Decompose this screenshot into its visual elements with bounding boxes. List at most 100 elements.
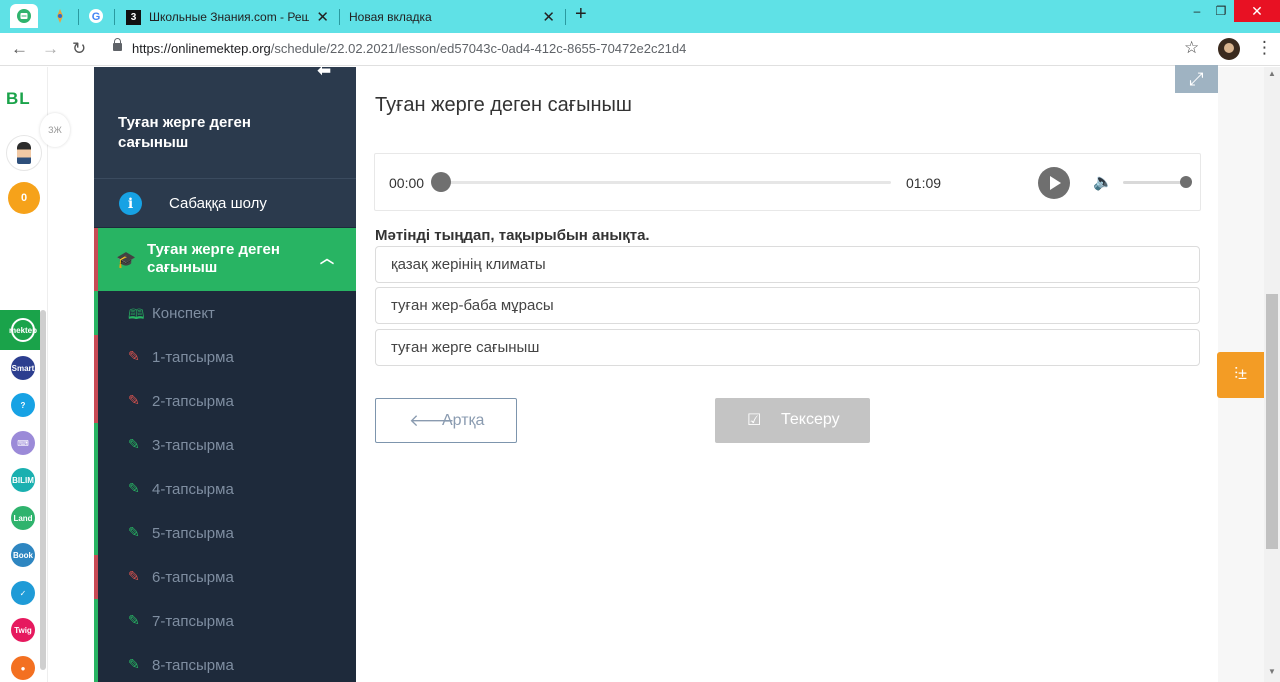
sidebar-task-item[interactable]: ✎ 1-тапсырма (94, 335, 356, 379)
url-field[interactable]: https://onlinemektep.org/schedule/22.02.… (132, 41, 686, 56)
minimize-button[interactable]: – (1186, 0, 1208, 22)
new-tab-button[interactable]: + (575, 3, 587, 26)
rail-app-online-mektep-icon[interactable]: mektep (9, 318, 37, 342)
bilimland-logo[interactable]: BL (6, 89, 31, 109)
audio-progress-thumb[interactable] (431, 172, 451, 192)
audio-current-time: 00:00 (389, 175, 425, 191)
tools-float-button[interactable]: ⫶± (1217, 352, 1264, 398)
sidebar-item-overview[interactable]: i Сабаққа шолу (94, 178, 356, 227)
edit-icon: ✎ (128, 480, 140, 496)
close-window-button[interactable]: ✕ (1234, 0, 1280, 22)
sidebar-task-item[interactable]: ✎ 8-тапсырма (94, 643, 356, 682)
restore-button[interactable]: ❐ (1210, 0, 1232, 22)
check-button-label: Тексеру (781, 411, 840, 428)
edit-icon: ✎ (128, 392, 140, 408)
sidebar-item-label: 5-тапсырма (152, 525, 234, 542)
sidebar-task-item[interactable]: ✎ 3-тапсырма (94, 423, 356, 467)
chevron-up-icon[interactable]: ︿ (320, 248, 334, 268)
lesson-content: ⤢ Туған жерге деген сағыныш 00:00 01:09 … (356, 65, 1218, 682)
app-rail: BL 0 mektep Smart? ⌨ BILIM Land Book ✓ Twig ● (0, 67, 48, 682)
tab-znanija[interactable]: 3 Школьные Знания.com - Решаем ✕ (120, 4, 335, 30)
sidebar-item-label: Конспект (152, 305, 215, 322)
rail-app-bilim-land-icon[interactable]: Land (11, 506, 35, 530)
sidebar-item-lesson-active[interactable]: 🎓 Туған жерге деген сағыныш ︿ (94, 228, 356, 291)
volume-track[interactable] (1123, 181, 1185, 184)
answer-option[interactable]: қазақ жерінің климаты (375, 246, 1200, 283)
question-text: Мәтінді тыңдап, тақырыбын анықта. (375, 227, 650, 244)
menu-kebab-icon[interactable]: ⋮ (1256, 38, 1273, 58)
lesson-sidebar: ⬅ Туған жерге деген сағыныш i Сабаққа шо… (94, 67, 356, 682)
browser-tab-bar: G 3 Школьные Знания.com - Решаем ✕ Новая… (0, 0, 1280, 33)
edit-icon: ✎ (128, 612, 140, 628)
rail-app-keyboard-icon[interactable]: ⌨ (11, 431, 35, 455)
lock-icon[interactable] (113, 38, 122, 51)
sidebar-item-label: 6-тапсырма (152, 569, 234, 586)
znanija-favicon-icon: 3 (126, 9, 141, 25)
profile-avatar[interactable] (1218, 38, 1240, 60)
back-button[interactable]: 🡐 Артқа (375, 398, 517, 443)
tab-title: Новая вкладка (349, 10, 432, 24)
tab-close-icon[interactable]: ✕ (542, 8, 555, 26)
sidebar-task-item[interactable]: ✎ 4-тапсырма (94, 467, 356, 511)
sidebar-task-item[interactable]: ✎ 5-тапсырма (94, 511, 356, 555)
rail-app-bilim-class-icon[interactable]: BILIM (11, 468, 35, 492)
volume-thumb[interactable] (1180, 176, 1192, 188)
page-scrollbar[interactable]: ▲ ▼ (1264, 67, 1280, 682)
tab-pinned-google[interactable]: G (82, 4, 110, 28)
sidebar-task-item[interactable]: 🕮 Конспект (94, 291, 356, 335)
edit-icon: ✎ (128, 348, 140, 364)
forward-arrow-icon[interactable]: → (42, 39, 59, 59)
checkbox-icon: ☑ (747, 412, 762, 429)
audio-progress-track[interactable] (441, 181, 891, 184)
tab-new[interactable]: Новая вкладка ✕ (343, 4, 561, 30)
rail-app-test-icon[interactable]: ✓ (11, 581, 35, 605)
lesson-sidebar-header: ⬅ Туған жерге деген сағыныш (94, 67, 356, 178)
app-favicon-icon (17, 9, 31, 23)
svg-text:G: G (92, 11, 101, 23)
scrollbar-thumb[interactable] (1266, 294, 1278, 549)
notification-bubble[interactable]: ЗЖ (40, 113, 70, 147)
play-button[interactable] (1038, 167, 1070, 199)
answer-option[interactable]: туған жерге сағыныш (375, 329, 1200, 366)
sidebar-item-label: Сабаққа шолу (169, 195, 267, 212)
volume-icon[interactable]: 🔈 (1093, 172, 1113, 192)
sidebar-task-item[interactable]: ✎ 2-тапсырма (94, 379, 356, 423)
scroll-down-icon[interactable]: ▼ (1268, 667, 1276, 676)
page-title: Туған жерге деген сағыныш (375, 94, 632, 116)
answer-option[interactable]: туған жер-баба мұрасы (375, 287, 1200, 324)
book-icon: 🕮 (128, 306, 145, 322)
audio-player: 00:00 01:09 🔈 (374, 153, 1201, 211)
google-favicon-icon: G (89, 9, 103, 23)
sidebar-item-label: 4-тапсырма (152, 481, 234, 498)
tab-close-icon[interactable]: ✕ (316, 8, 329, 26)
tab-pinned-2[interactable] (46, 4, 74, 28)
rail-app-help-icon[interactable]: ? (11, 393, 35, 417)
back-arrow-icon[interactable]: ← (11, 39, 28, 59)
sidebar-task-item[interactable]: ✎ 6-тапсырма (94, 555, 356, 599)
edit-icon: ✎ (128, 524, 140, 540)
rail-app-bilim-book-icon[interactable]: Book (11, 543, 35, 567)
scroll-up-icon[interactable]: ▲ (1268, 69, 1276, 78)
audio-total-time: 01:09 (906, 175, 942, 191)
rail-app-twig-icon[interactable]: Twig (11, 618, 35, 642)
address-bar: ← → ↻ https://onlinemektep.org/schedule/… (0, 33, 1280, 66)
collapse-sidebar-icon[interactable]: ⬅ (317, 67, 331, 81)
sidebar-item-label: 8-тапсырма (152, 657, 234, 674)
reload-icon[interactable]: ↻ (72, 39, 86, 59)
rail-app-smart-nation-icon[interactable]: Smart (11, 356, 35, 380)
graduation-cap-icon: 🎓 (116, 252, 136, 269)
fullscreen-icon[interactable]: ⤢ (1175, 65, 1218, 93)
rail-app-mektep-orange-icon[interactable]: ● (11, 656, 35, 680)
sidebar-item-label: 2-тапсырма (152, 393, 234, 410)
extension-favicon-icon (57, 9, 63, 23)
rail-scrollbar[interactable] (40, 310, 46, 670)
coins-badge[interactable]: 0 (8, 182, 40, 214)
tab-pinned-active[interactable] (10, 4, 38, 28)
user-avatar[interactable] (6, 135, 42, 171)
sidebar-task-item[interactable]: ✎ 7-тапсырма (94, 599, 356, 643)
bookmark-star-icon[interactable]: ☆ (1184, 38, 1199, 58)
sidebar-item-label: 3-тапсырма (152, 437, 234, 454)
back-button-label: Артқа (442, 412, 485, 429)
check-button[interactable]: ☑ Тексеру (715, 398, 870, 443)
edit-icon: ✎ (128, 568, 140, 584)
